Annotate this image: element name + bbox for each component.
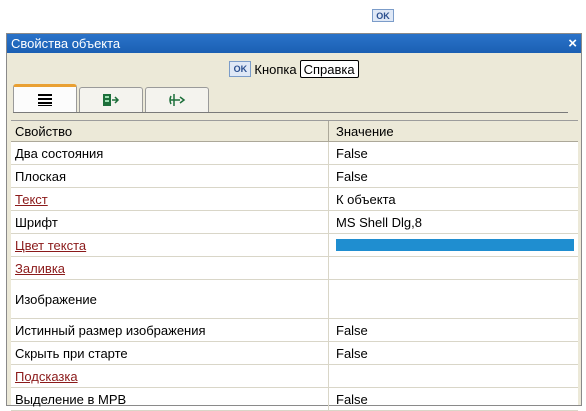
property-value[interactable] [329,257,578,279]
property-value[interactable]: False [329,342,578,364]
property-value[interactable]: False [329,388,578,410]
ok-icon: OK [372,9,394,22]
tab-events[interactable] [79,87,143,112]
table-row[interactable]: Текст К объекта [11,188,578,211]
text-color-value[interactable] [329,234,578,256]
property-value[interactable] [329,365,578,387]
table-row[interactable]: Истинный размер изображения False [11,319,578,342]
grid-header: Свойство Значение [11,121,578,142]
table-row[interactable]: Подсказка [11,365,578,388]
property-value[interactable]: False [329,165,578,187]
property-list-icon [37,93,53,107]
object-label: Кнопка [254,61,297,77]
property-name-link[interactable]: Цвет текста [11,234,329,256]
fill-link[interactable]: Заливка [15,261,65,276]
table-row[interactable]: Шрифт MS Shell Dlg,8 [11,211,578,234]
layout-icon [168,93,186,107]
property-name: Изображение [11,280,329,318]
property-name-link[interactable]: Заливка [11,257,329,279]
tab-properties[interactable] [13,84,77,112]
property-value[interactable]: MS Shell Dlg,8 [329,211,578,233]
ok-icon: OK [229,61,252,77]
property-name: Выделение в МРВ [11,388,329,410]
title-bar: Свойства объекта × [7,34,581,53]
property-name: Истинный размер изображения [11,319,329,341]
help-button[interactable]: Справка [299,60,359,78]
tab-divider [13,112,568,113]
text-color-link[interactable]: Цвет текста [15,238,86,253]
table-row[interactable]: Изображение [11,280,578,319]
property-name: Плоская [11,165,329,187]
property-grid: Свойство Значение Два состояния False Пл… [11,120,578,411]
header-property[interactable]: Свойство [11,121,329,141]
property-value[interactable] [329,280,578,318]
table-row[interactable]: Цвет текста [11,234,578,257]
property-value[interactable]: К объекта [329,188,578,210]
property-name-link[interactable]: Подсказка [11,365,329,387]
object-properties-window: Свойства объекта × OK Кнопка Справка Сво… [6,33,582,411]
property-value[interactable]: False [329,319,578,341]
property-name: Скрыть при старте [11,342,329,364]
color-swatch [336,239,574,251]
tab-strip [13,84,211,112]
property-value[interactable]: False [329,142,578,164]
table-row[interactable]: Выделение в МРВ False [11,388,578,411]
text-link[interactable]: Текст [15,192,48,207]
table-row[interactable]: Плоская False [11,165,578,188]
tooltip-link[interactable]: Подсказка [15,369,78,384]
property-name: Шрифт [11,211,329,233]
object-header: OK Кнопка Справка [7,58,581,80]
window-title: Свойства объекта [11,36,121,51]
tab-layout[interactable] [145,87,209,112]
property-name-link[interactable]: Текст [11,188,329,210]
close-icon[interactable]: × [568,35,577,52]
table-row[interactable]: Два состояния False [11,142,578,165]
table-row[interactable]: Скрыть при старте False [11,342,578,365]
events-icon [102,93,120,107]
table-row[interactable]: Заливка [11,257,578,280]
property-name: Два состояния [11,142,329,164]
header-value[interactable]: Значение [329,121,578,141]
